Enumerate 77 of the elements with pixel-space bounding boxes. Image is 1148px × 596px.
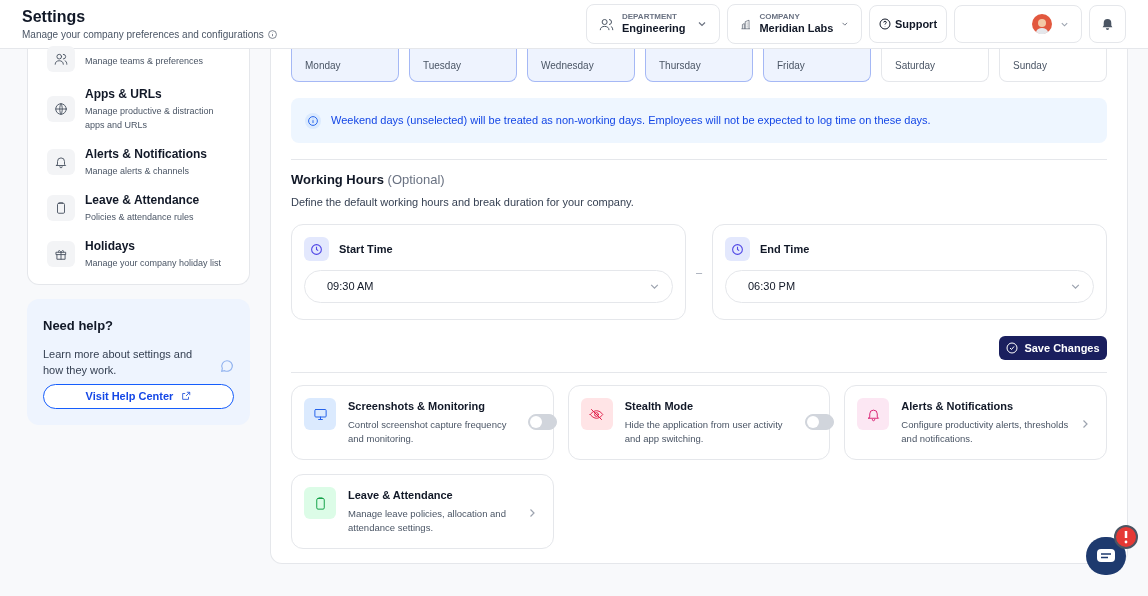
help-circle-icon — [878, 18, 891, 30]
day-toggle[interactable]: Monday — [291, 49, 399, 82]
nav-item-description: Policies & attendance rules — [85, 211, 195, 224]
support-button[interactable]: Support — [869, 5, 947, 43]
chevron-right-icon — [528, 508, 536, 518]
info-icon — [305, 112, 321, 129]
notifications-button[interactable] — [1089, 5, 1126, 43]
info-icon — [267, 29, 277, 39]
check-circle-icon — [1006, 342, 1019, 354]
time-label: Start Time — [339, 241, 393, 257]
day-toggle[interactable]: Saturday — [881, 49, 989, 82]
building-icon — [740, 16, 752, 32]
bell-icon — [1101, 17, 1114, 31]
nav-item-title: Alerts & Notifications — [85, 146, 208, 162]
users-icon — [599, 16, 614, 32]
day-toggle[interactable]: Thursday — [645, 49, 753, 82]
department-dropdown[interactable]: DEPARTMENT Engineering — [586, 4, 720, 44]
nav-item-description: Manage teams & preferences — [85, 54, 205, 68]
nav-item-title: Holidays — [85, 238, 136, 254]
help-text: Learn more about settings and how they work. — [43, 346, 193, 378]
globe-icon — [54, 102, 68, 116]
clock-icon — [310, 242, 323, 256]
company-dropdown[interactable]: COMPANY Meridian Labs — [727, 4, 862, 44]
feature-card[interactable]: Alerts & Notifications Configure productivity alerts, thresholds and notifications. — [844, 385, 1107, 460]
gift-icon — [54, 247, 68, 261]
monitor-icon — [312, 406, 328, 422]
nav-item-description: Manage your company holiday list — [85, 257, 223, 270]
feature-title: Screenshots & Monitoring — [348, 399, 486, 414]
day-toggle[interactable]: Wednesday — [527, 49, 635, 82]
feature-card[interactable]: Screenshots & Monitoring Control screenshot capture frequency and monitoring. — [291, 385, 554, 460]
user-menu-button[interactable] — [954, 5, 1082, 43]
page-subtitle: Manage your company preferences and configurations — [22, 27, 264, 42]
time-separator: – — [696, 264, 702, 280]
feature-description: Manage leave policies, allocation and attendance settings. — [348, 507, 507, 535]
feature-title: Alerts & Notifications — [901, 399, 1015, 414]
page-title: Settings — [22, 6, 87, 27]
info-text: Weekend days (unselected) will be treated as non-working days. Employees will not be expected to log time on these days. — [331, 113, 931, 129]
feature-title: Stealth Mode — [624, 399, 695, 414]
day-toggle[interactable]: Sunday — [999, 49, 1107, 82]
settings-nav-item[interactable]: Apps & URLs Manage productive & distraction apps and URLs — [47, 86, 230, 132]
section-description: Define the default working hours and break duration for your company. — [291, 194, 635, 210]
avatar-icon — [1032, 14, 1052, 34]
bell-icon — [54, 155, 68, 169]
feature-description: Configure productivity alerts, thresholds and notifications. — [901, 418, 1070, 446]
feature-title: Leave & Attendance — [348, 488, 454, 503]
users-icon — [54, 52, 68, 66]
toggle-switch[interactable] — [528, 414, 557, 430]
day-toggle[interactable]: Tuesday — [409, 49, 517, 82]
nav-item-title: Apps & URLs — [85, 86, 163, 102]
feature-description: Control screenshot capture frequency and monitoring. — [348, 418, 508, 446]
chevron-down-icon — [697, 19, 707, 29]
save-changes-button[interactable]: Save Changes — [999, 336, 1107, 360]
feature-card[interactable]: Leave & Attendance Manage leave policies, allocation and attendance settings. — [291, 474, 554, 549]
chat-bubble-icon — [220, 359, 234, 373]
toggle-switch[interactable] — [804, 414, 834, 430]
nav-item-title: Leave & Attendance — [85, 192, 201, 208]
bell-icon — [865, 406, 881, 422]
feature-card[interactable]: Stealth Mode Hide the application from user activity and app switching. — [567, 385, 831, 460]
help-title: Need help? — [43, 317, 115, 335]
settings-nav-item[interactable]: Alerts & Notifications Manage alerts & channels — [47, 146, 230, 178]
nav-item-description: Manage productive & distraction apps and URLs — [85, 105, 215, 132]
day-toggle[interactable]: Friday — [763, 49, 871, 82]
chevron-right-icon — [1081, 419, 1090, 429]
clipboard-icon — [54, 201, 68, 215]
external-link-icon — [181, 391, 192, 401]
settings-nav-item[interactable]: Leave & Attendance Policies & attendance rules — [47, 192, 230, 224]
settings-nav-item[interactable]: Manage teams & preferences — [47, 47, 230, 72]
clock-icon — [731, 242, 744, 256]
time-label: End Time — [760, 241, 810, 257]
chat-icon — [1096, 548, 1116, 564]
settings-nav-item[interactable]: Holidays Manage your company holiday list — [47, 238, 230, 270]
nav-item-description: Manage alerts & channels — [85, 165, 191, 178]
optional-label: (Optional) — [387, 172, 445, 187]
feature-description: Hide the application from user activity and app switching. — [624, 418, 784, 446]
eye-off-icon — [589, 406, 605, 422]
help-center-link[interactable]: Visit Help Center — [43, 383, 234, 409]
section-title-text: Working Hours — [291, 172, 384, 187]
